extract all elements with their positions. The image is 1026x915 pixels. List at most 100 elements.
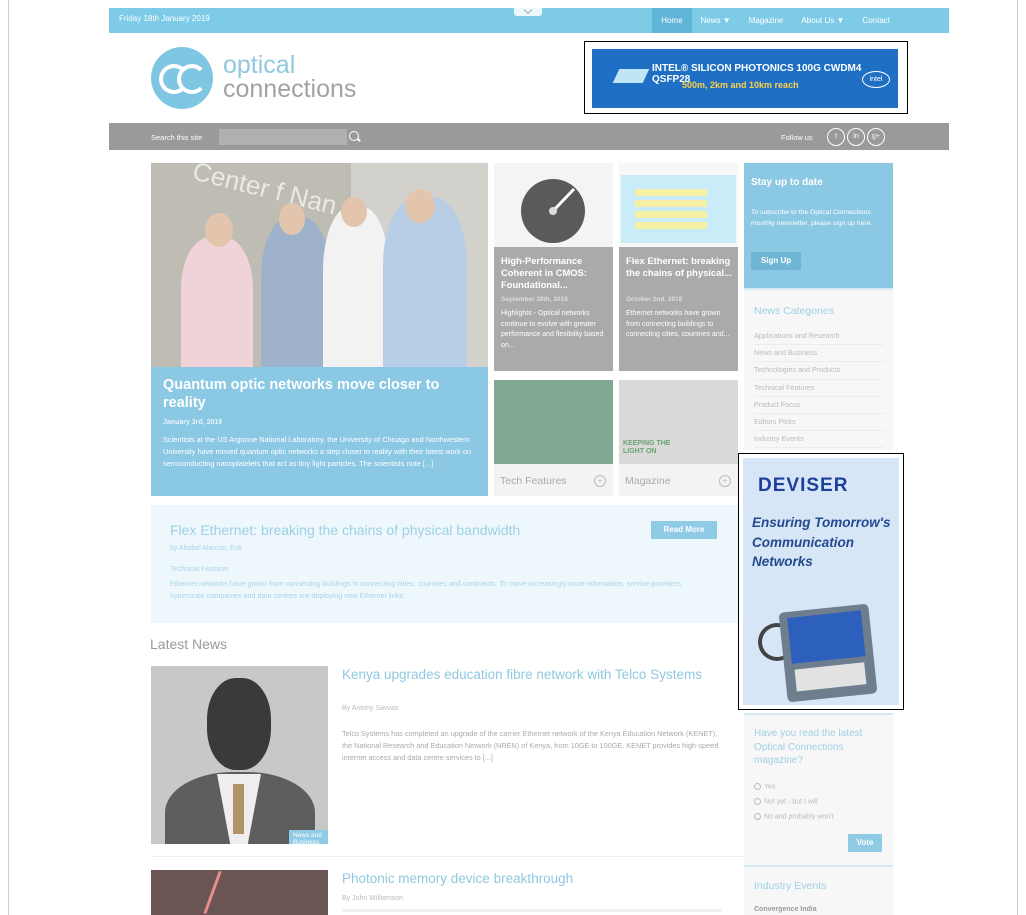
deviser-logo: DEVISER — [758, 475, 849, 496]
card-label: Magazine — [625, 475, 671, 487]
google-plus-icon[interactable]: g+ — [867, 128, 885, 146]
sign-up-button[interactable]: Sign Up — [751, 252, 801, 270]
deviser-ad-frame: DEVISER Ensuring Tomorrow's Communicatio… — [738, 453, 904, 710]
categories-heading: News Categories — [754, 305, 834, 317]
test-device-icon — [778, 603, 878, 703]
intel-logo: intel — [862, 71, 890, 88]
card-label: Tech Features — [500, 475, 567, 487]
nav-home[interactable]: Home — [652, 8, 692, 33]
logo-text-connections[interactable]: connections — [223, 75, 356, 104]
category-link[interactable]: Industry Events — [754, 431, 884, 449]
plus-circle-icon[interactable]: + — [719, 475, 731, 487]
featured-byline: by Ahabel Alarcon, Extr — [170, 545, 243, 552]
hero-photo: Center f Nan — [151, 163, 488, 367]
search-icon[interactable] — [349, 131, 359, 141]
site-header: optical connections INTEL® SILICON PHOTO… — [109, 33, 949, 123]
chevron-down-icon — [523, 5, 533, 15]
category-link[interactable]: Technical Features — [754, 380, 884, 397]
category-link[interactable]: Product Focus — [754, 397, 884, 414]
poll-option-not-yet[interactable]: Not yet - but I will — [754, 798, 818, 805]
vote-button[interactable]: Vote — [848, 834, 882, 852]
newsletter-heading: Stay up to date — [751, 177, 823, 188]
banner-subline: 500m, 2km and 10km reach — [682, 80, 799, 90]
hero-date: January 3rd, 2019 — [163, 419, 223, 426]
news-thumbnail[interactable]: News and Business — [151, 666, 328, 844]
magazine-cover-image: KEEPING THE LIGHT ON — [619, 380, 738, 464]
article-tile-body: Flex Ethernet: breaking the chains of ph… — [619, 247, 738, 371]
read-more-button[interactable]: Read More — [651, 521, 717, 539]
tile-date: October 2nd, 2018 — [626, 296, 683, 303]
news-excerpt: Telco Systems has completed an upgrade o… — [342, 729, 719, 762]
featured-category[interactable]: Technical Features — [170, 566, 229, 573]
search-input[interactable] — [219, 129, 347, 145]
twitter-icon[interactable]: t — [827, 128, 845, 146]
news-byline: By Antony Savvas — [342, 705, 399, 712]
banner-ad-frame: INTEL® SILICON PHOTONICS 100G CWDM4 QSFP… — [584, 41, 908, 114]
news-thumbnail[interactable] — [151, 870, 328, 915]
window-edge-left — [8, 0, 9, 915]
intel-banner-ad[interactable]: INTEL® SILICON PHOTONICS 100G CWDM4 QSFP… — [592, 49, 898, 108]
section-card-magazine[interactable]: KEEPING THE LIGHT ON Magazine + — [619, 380, 738, 496]
featured-excerpt: Ethernet networks have grown from connec… — [170, 579, 683, 600]
gauge-icon — [521, 179, 585, 243]
window-edge-right — [1017, 0, 1018, 915]
news-excerpt-line — [342, 909, 722, 912]
news-title[interactable]: Photonic memory device breakthrough — [342, 871, 573, 886]
nav-news[interactable]: News ▼ — [692, 8, 740, 33]
newsletter-text: To subscribe to the Optical Connections … — [751, 209, 873, 227]
events-heading: Industry Events — [754, 880, 827, 892]
featured-title[interactable]: Flex Ethernet: breaking the chains of ph… — [170, 522, 520, 538]
event-link[interactable]: Convergence India — [754, 906, 817, 913]
news-title[interactable]: Kenya upgrades education fibre network w… — [342, 666, 702, 683]
nav-contact[interactable]: Contact — [853, 8, 899, 33]
poll-option-yes[interactable]: Yes — [754, 783, 775, 790]
tile-title[interactable]: Flex Ethernet: breaking the chains of ph… — [626, 255, 734, 279]
building-sign: Center f Nan — [189, 163, 340, 221]
latest-news-heading: Latest News — [150, 636, 228, 652]
deviser-ad[interactable]: DEVISER Ensuring Tomorrow's Communicatio… — [743, 458, 899, 705]
page: Friday 18th January 2019 Home News ▼ Mag… — [109, 0, 949, 915]
category-link[interactable]: Applications and Research — [754, 328, 884, 346]
article-tile-body: High-Performance Coherent in CMOS: Found… — [494, 247, 613, 371]
categories-list: Applications and Research News and Busin… — [754, 328, 884, 449]
current-date: Friday 18th January 2019 — [119, 14, 210, 23]
nav-about-us[interactable]: About Us ▼ — [792, 8, 853, 33]
tile-excerpt: Highlights - Optical networks continue t… — [501, 310, 604, 349]
magazine-cover-text: KEEPING THE LIGHT ON — [623, 440, 671, 455]
tile-title[interactable]: High-Performance Coherent in CMOS: Found… — [501, 255, 609, 291]
plus-circle-icon[interactable]: + — [594, 475, 606, 487]
gauge-image — [494, 163, 613, 247]
magazine-poll: Have you read the latest Optical Connect… — [744, 713, 893, 865]
featured-article: Flex Ethernet: breaking the chains of ph… — [151, 505, 744, 623]
tech-features-image — [494, 380, 613, 464]
linkedin-icon[interactable]: in — [847, 128, 865, 146]
transceiver-icon — [612, 69, 650, 83]
newsletter-box: Stay up to date To subscribe to the Opti… — [744, 163, 893, 288]
category-badge[interactable]: News and Business — [289, 830, 328, 844]
search-label: Search this site — [151, 133, 203, 142]
section-card-tech-features[interactable]: Tech Features + — [494, 380, 613, 496]
news-byline: By John Williamson — [342, 895, 404, 902]
category-link[interactable]: Technologies and Products — [754, 362, 884, 380]
logo-icon[interactable] — [151, 47, 213, 109]
hero-excerpt: Scientists at the US Argonne National La… — [163, 435, 472, 468]
industry-events: Industry Events Convergence India — [744, 865, 893, 915]
flexe-diagram-icon — [621, 175, 736, 243]
news-categories: News Categories Applications and Researc… — [744, 288, 893, 450]
poll-option-no[interactable]: No and probably won't — [754, 813, 833, 820]
search-bar: Search this site Follow us t in g+ — [109, 123, 949, 150]
collapse-tab-handle[interactable] — [514, 5, 542, 16]
top-bar: Friday 18th January 2019 Home News ▼ Mag… — [109, 5, 949, 33]
divider — [151, 856, 744, 857]
follow-us-label: Follow us — [781, 133, 813, 142]
nav-magazine[interactable]: Magazine — [740, 8, 793, 33]
category-link[interactable]: News and Business — [754, 345, 884, 363]
ad-tagline: Ensuring Tomorrow's Communication Networ… — [752, 515, 891, 569]
hero-title[interactable]: Quantum optic networks move closer to re… — [163, 376, 473, 412]
poll-question: Have you read the latest Optical Connect… — [754, 728, 863, 766]
category-link[interactable]: Editors Picks — [754, 414, 884, 432]
main-nav: Home News ▼ Magazine About Us ▼ Contact — [652, 8, 899, 33]
tile-excerpt: Ethernet networks have grown from connec… — [626, 310, 730, 338]
hero-article[interactable]: Center f Nan Quantum optic networks move… — [151, 163, 488, 496]
tile-date: September 30th, 2018 — [501, 296, 568, 303]
